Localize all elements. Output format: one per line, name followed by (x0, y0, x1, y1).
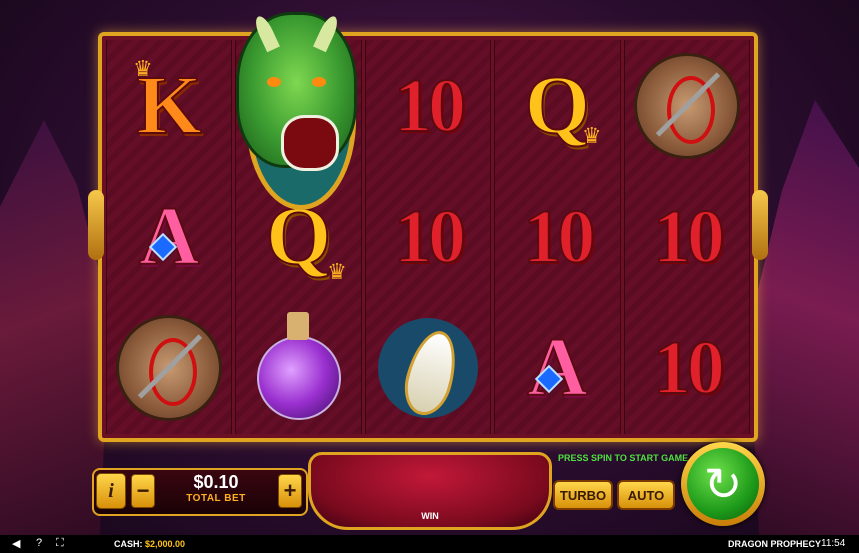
symbol-cell (236, 303, 360, 434)
reel-5: 10 10 (623, 40, 751, 434)
reel-4: Q ♛ 10 A (494, 40, 621, 434)
decrease-bet-button[interactable]: − (131, 474, 155, 508)
win-display: WIN (308, 452, 552, 530)
shield-spear-symbol (633, 52, 740, 159)
symbol-cell: 10 (625, 303, 749, 434)
symbol-cell: 10 (366, 40, 490, 171)
spin-arrows-icon: ↻ (703, 458, 743, 510)
crown-icon: ♛ (327, 258, 347, 284)
symbol-cell: 10 (366, 171, 490, 302)
status-bar: ◀ ? ⛶ CASH: $2,000.00 DRAGON PROPHECY 11… (0, 535, 859, 553)
symbol-cell: A (107, 171, 231, 302)
shield-spear-symbol (116, 315, 223, 422)
background-rocks-right (749, 100, 859, 553)
increase-bet-button[interactable]: + (278, 474, 302, 508)
game-title: DRAGON PROPHECY (728, 539, 822, 549)
symbol-cell: 10 (495, 171, 619, 302)
potion-symbol (256, 312, 341, 421)
symbol-10: 10 (393, 194, 467, 279)
dragon-wild-symbol (226, 0, 361, 210)
symbol-10: 10 (522, 194, 596, 279)
reel-3: 10 10 (364, 40, 492, 434)
total-bet-display: $0.10 TOTAL BET (156, 470, 276, 510)
symbol-cell: Q ♛ (495, 40, 619, 171)
symbol-10: 10 (652, 326, 726, 411)
turbo-button[interactable]: TURBO (553, 480, 613, 510)
reels-area: ♛ K A Q ♛ 10 10 Q ♛ 10 A 10 10 (106, 40, 751, 434)
symbol-cell: A (495, 303, 619, 434)
bet-label: TOTAL BET (186, 493, 246, 504)
info-button[interactable]: i (96, 473, 126, 509)
frame-ornament-left (88, 190, 104, 260)
spin-hint: PRESS SPIN TO START GAME (558, 453, 689, 463)
symbol-cell (107, 303, 231, 434)
symbol-cell: ♛ K (107, 40, 231, 171)
symbol-cell: 10 (625, 171, 749, 302)
cash-value: $2,000.00 (145, 539, 186, 549)
fullscreen-icon[interactable]: ⛶ (56, 537, 64, 550)
crown-icon: ♛ (581, 123, 602, 149)
symbol-cell (625, 40, 749, 171)
symbol-a: A (138, 189, 201, 283)
spin-button[interactable]: ↻ (681, 442, 765, 526)
frame-ornament-right (752, 190, 768, 260)
cash-label: CASH: (114, 539, 143, 549)
symbol-10: 10 (652, 194, 726, 279)
bet-value: $0.10 (193, 472, 239, 492)
cash-display: CASH: $2,000.00 (114, 539, 185, 549)
clock: 11:54 (821, 538, 846, 549)
reel-frame: ♛ K A Q ♛ 10 10 Q ♛ 10 A 10 10 (98, 32, 758, 442)
crown-icon: ♛ (133, 56, 153, 81)
speaker-icon[interactable]: ◀ (12, 537, 20, 550)
symbol-10: 10 (393, 63, 467, 148)
win-label: WIN (421, 511, 439, 521)
reel-1: ♛ K A (106, 40, 233, 434)
symbol-q: Q (524, 58, 591, 152)
auto-button[interactable]: AUTO (617, 480, 675, 510)
help-icon[interactable]: ? (36, 537, 42, 549)
symbol-a: A (526, 321, 589, 415)
horn-amulet-symbol (378, 318, 479, 421)
symbol-cell (366, 303, 490, 434)
